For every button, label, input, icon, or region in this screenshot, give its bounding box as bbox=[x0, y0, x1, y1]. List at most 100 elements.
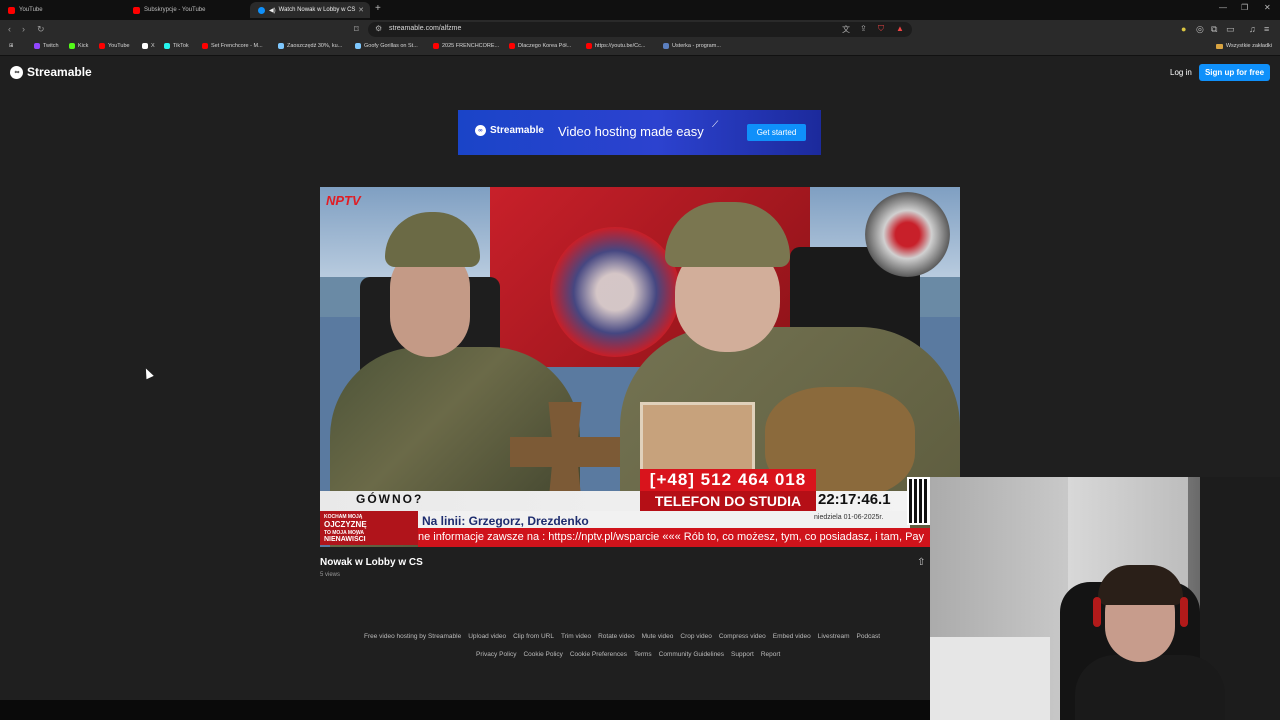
close-window-button[interactable]: ✕ bbox=[1264, 3, 1271, 12]
headphones-icon bbox=[1180, 597, 1188, 627]
sidebar-icon[interactable]: ▭ bbox=[1226, 24, 1235, 35]
sparkle-icon: ⟋ bbox=[712, 119, 719, 129]
menu-icon[interactable]: ≡ bbox=[1264, 24, 1269, 34]
bookmarks-bar: ⊞ Twitch Kick YouTube X TikTok Set Frenc… bbox=[0, 39, 1280, 56]
tab-label: Watch Nowak w Lobby w CS bbox=[278, 7, 356, 13]
footer-link[interactable]: Embed video bbox=[773, 633, 811, 640]
webcam-person-hair bbox=[1098, 565, 1183, 605]
footer-link[interactable]: Free video hosting by Streamable bbox=[364, 633, 461, 640]
restore-button[interactable]: ❐ bbox=[1241, 3, 1248, 12]
video-title: Nowak w Lobby w CS bbox=[320, 557, 423, 568]
qr-code-icon bbox=[907, 477, 931, 525]
footer-link[interactable]: Community Guidelines bbox=[659, 651, 724, 658]
all-bookmarks[interactable]: Wszystkie zakładki bbox=[1215, 43, 1272, 49]
tiktok-icon bbox=[164, 43, 170, 49]
close-tab-icon[interactable]: ✕ bbox=[358, 6, 364, 14]
tab-bar: YouTube Subskrypcje - YouTube ◀) Watch N… bbox=[0, 0, 1280, 20]
share-icon[interactable]: ⇧ bbox=[917, 557, 925, 568]
bookmark-icon bbox=[355, 43, 361, 49]
tab-streamable[interactable]: ◀) Watch Nowak w Lobby w CS ✕ bbox=[250, 2, 370, 18]
webcam-person-body bbox=[1075, 655, 1225, 720]
tab-youtube[interactable]: YouTube bbox=[0, 2, 125, 18]
webcam-overlay bbox=[930, 477, 1280, 720]
bookmark-item[interactable]: 2025 FRENCHCORE... bbox=[433, 43, 499, 49]
footer-link[interactable]: Cookie Preferences bbox=[570, 651, 627, 658]
phone-number: [+48] 512 464 018 bbox=[640, 469, 816, 491]
footer-link[interactable]: Crop video bbox=[680, 633, 711, 640]
bookmark-icon bbox=[278, 43, 284, 49]
banner-logo-text: Streamable bbox=[490, 125, 544, 136]
streamable-logo[interactable]: ∞ Streamable bbox=[10, 65, 92, 79]
footer-link[interactable]: Upload video bbox=[468, 633, 506, 640]
bookmark-x[interactable]: X bbox=[142, 43, 155, 49]
bookmark-item[interactable]: Usterka - program... bbox=[663, 43, 721, 49]
youtube-icon bbox=[8, 6, 15, 14]
streamable-icon bbox=[258, 6, 265, 14]
headline-text: GÓWNO? bbox=[356, 492, 424, 506]
media-icon[interactable]: ♫ bbox=[1249, 24, 1256, 34]
footer-link[interactable]: Livestream bbox=[818, 633, 850, 640]
extensions-icon[interactable]: ⧉ bbox=[1211, 24, 1217, 35]
logo-text: Streamable bbox=[27, 65, 92, 79]
x-icon bbox=[142, 43, 148, 49]
address-bar[interactable]: ⚙ streamable.com/alfzme 文 ⇪ ⛉ ▲ bbox=[368, 22, 912, 37]
footer-link[interactable]: Terms bbox=[634, 651, 652, 658]
bookmark-youtube[interactable]: YouTube bbox=[99, 43, 130, 49]
patriot-text: NIENAWIŚCI bbox=[324, 536, 366, 543]
extension-icon[interactable]: ◎ bbox=[1196, 24, 1204, 35]
bookmark-kick[interactable]: Kick bbox=[69, 43, 88, 49]
login-link[interactable]: Log in bbox=[1170, 68, 1192, 77]
footer-link[interactable]: Report bbox=[761, 651, 781, 658]
bookmark-item[interactable]: https://youtu.be/Cc... bbox=[586, 43, 645, 49]
bookmark-item[interactable]: Goofy Gorillas on St... bbox=[355, 43, 418, 49]
youtube-icon bbox=[433, 43, 439, 49]
new-tab-button[interactable]: + bbox=[375, 3, 381, 14]
toolbar: ‹ › ↻ ⌑ ⚙ streamable.com/alfzme 文 ⇪ ⛉ ▲ … bbox=[0, 20, 1280, 39]
tab-subscriptions[interactable]: Subskrypcje - YouTube bbox=[125, 2, 250, 18]
bookmark-item[interactable]: Zaoszczędź 30%, ku... bbox=[278, 43, 342, 49]
twitch-icon bbox=[34, 43, 40, 49]
bookmark-tiktok[interactable]: TikTok bbox=[164, 43, 189, 49]
youtube-icon bbox=[133, 6, 140, 14]
reload-icon[interactable]: ↻ bbox=[37, 24, 45, 35]
share-icon[interactable]: ⇪ bbox=[860, 24, 867, 33]
extension-icon[interactable]: ● bbox=[1181, 24, 1186, 34]
footer-link[interactable]: Cookie Policy bbox=[523, 651, 562, 658]
bookmark-item[interactable]: Set Frenchcore - M... bbox=[202, 43, 263, 49]
youtube-icon bbox=[509, 43, 515, 49]
footer-link[interactable]: Support bbox=[731, 651, 754, 658]
site-settings-icon[interactable]: ⚙ bbox=[375, 24, 382, 33]
apps-icon[interactable]: ⊞ bbox=[9, 43, 14, 49]
streamable-logo-icon: ∞ bbox=[10, 65, 23, 79]
ad-banner[interactable]: ∞ Streamable Video hosting made easy ⟋ G… bbox=[458, 110, 821, 155]
footer-link[interactable]: Podcast bbox=[857, 633, 881, 640]
caller-text: Na linii: Grzegorz, Drezdenko bbox=[422, 514, 589, 528]
kick-icon bbox=[69, 43, 75, 49]
bookmark-twitch[interactable]: Twitch bbox=[34, 43, 59, 49]
banner-tagline: Video hosting made easy bbox=[558, 124, 704, 139]
tab-label: YouTube bbox=[19, 7, 43, 13]
footer-legal-links: Privacy Policy Cookie Policy Cookie Pref… bbox=[476, 651, 780, 658]
folder-icon bbox=[1215, 43, 1223, 49]
minimize-button[interactable]: — bbox=[1219, 3, 1227, 12]
footer-link[interactable]: Mute video bbox=[642, 633, 674, 640]
banner-logo: ∞ Streamable bbox=[475, 125, 544, 136]
video-player[interactable]: NPTV GÓWNO? [+48] 512 464 018 TELEFON DO… bbox=[320, 187, 960, 547]
get-started-button[interactable]: Get started bbox=[747, 124, 806, 141]
bookmark-icon[interactable]: ⌑ bbox=[354, 24, 359, 35]
footer-link[interactable]: Rotate video bbox=[598, 633, 635, 640]
footer-links: Free video hosting by Streamable Upload … bbox=[364, 633, 880, 640]
footer-link[interactable]: Clip from URL bbox=[513, 633, 554, 640]
nptv-logo: NPTV bbox=[326, 193, 361, 208]
footer-link[interactable]: Trim video bbox=[561, 633, 591, 640]
signup-button[interactable]: Sign up for free bbox=[1199, 64, 1270, 81]
rewards-icon[interactable]: ▲ bbox=[896, 24, 904, 33]
back-icon[interactable]: ‹ bbox=[8, 24, 11, 34]
footer-link[interactable]: Privacy Policy bbox=[476, 651, 516, 658]
forward-icon[interactable]: › bbox=[22, 24, 25, 34]
bookmark-item[interactable]: Dlaczego Korea Pół... bbox=[509, 43, 571, 49]
url-text[interactable]: streamable.com/alfzme bbox=[389, 25, 461, 32]
brave-shield-icon[interactable]: ⛉ bbox=[878, 24, 884, 34]
translate-icon[interactable]: 文 bbox=[842, 24, 850, 35]
footer-link[interactable]: Compress video bbox=[719, 633, 766, 640]
